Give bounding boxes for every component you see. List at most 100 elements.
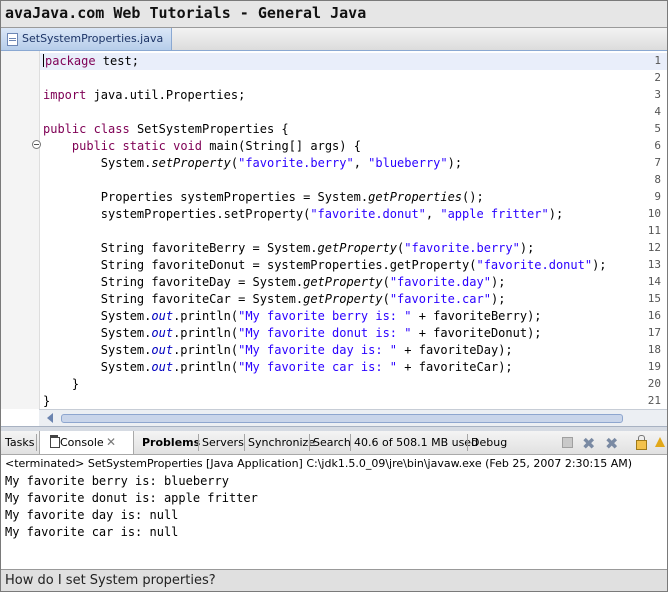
code-text: ); [447,156,463,170]
close-icon[interactable]: ✕ [106,435,116,449]
code-text: , [425,207,441,221]
console-output-line: My favorite day is: null [5,508,179,522]
string-literal: "favorite.berry" [404,241,520,255]
code-text: System. [100,309,152,323]
tab-divider [467,434,468,451]
string-literal: "favorite.day" [389,275,491,289]
tab-divider [198,434,199,451]
tab-divider [36,434,37,451]
keyword: class [93,122,130,136]
code-text: .println( [173,309,239,323]
string-literal: "favorite.donut" [476,258,593,272]
tab-servers[interactable]: Servers [202,436,244,449]
line-number: 4 [654,105,661,118]
code-text: System. [100,343,152,357]
code-text: String favoriteDonut = systemProperties.… [100,258,477,272]
code-text: System. [100,326,152,340]
code-line: systemProperties.setProperty("favorite.d… [43,207,667,221]
code-text: } [71,377,80,391]
code-text: (); [462,190,484,204]
tab-divider [350,434,351,451]
code-text: String favoriteBerry = System. [100,241,318,255]
console-output-line: My favorite car is: null [5,525,179,539]
terminate-icon[interactable] [559,434,575,450]
string-literal: "favorite.berry" [238,156,354,170]
window: avaJava.com Web Tutorials - General Java… [0,0,668,592]
code-text: + favoriteBerry); [411,309,542,323]
code-text: test; [95,54,139,68]
tab-search[interactable]: Search [313,436,351,449]
code-text: Properties systemProperties = System. [100,190,369,204]
static-field: out [151,360,174,374]
scrollbar-thumb[interactable] [61,414,623,423]
tab-synchronize[interactable]: Synchronize [248,436,315,449]
editor-tab-label: SetSystemProperties.java [22,32,164,45]
horizontal-scrollbar[interactable] [39,409,667,426]
line-number-gutter [1,51,40,409]
static-method: getProperties [368,190,463,204]
code-text: .println( [173,343,239,357]
code-line: String favoriteCar = System.getProperty(… [43,292,667,306]
keyword: static [122,139,166,153]
string-literal: "blueberry" [368,156,448,170]
code-line: System.out.println("My favorite day is: … [43,343,667,357]
static-method: getProperty [303,275,383,289]
code-line: package test; [43,54,667,68]
code-text: systemProperties.setProperty( [100,207,311,221]
code-text: ); [490,275,506,289]
tab-problems[interactable]: Problems [142,436,200,449]
java-file-icon [7,33,18,46]
tab-debug[interactable]: Debug [471,436,507,449]
code-text: ); [592,258,607,272]
code-editor[interactable]: 1 2 3 4 5 6 7 8 9 10 11 12 13 14 15 16 1… [1,51,667,426]
remove-all-launches-icon[interactable]: ✖ [605,434,621,453]
remove-launch-icon[interactable]: ✖ [582,434,598,453]
code-text: ); [490,292,506,306]
editor-tab-strip: SetSystemProperties.java [1,28,667,51]
scroll-left-icon[interactable] [47,413,53,423]
code-text: main(String[] args) { [202,139,361,153]
tab-tasks[interactable]: Tasks [5,436,34,449]
code-line: System.setProperty("favorite.berry", "bl… [43,156,667,170]
code-line: } [43,394,667,408]
code-text: ); [519,241,535,255]
tab-divider [309,434,310,451]
string-literal: "My favorite berry is: " [238,309,412,323]
code-text: } [43,394,51,408]
code-line: String favoriteBerry = System.getPropert… [43,241,667,255]
code-text: SetSystemProperties { [129,122,289,136]
code-line: String favoriteDay = System.getProperty(… [43,275,667,289]
scroll-lock-icon[interactable] [633,434,649,450]
warning-icon[interactable] [653,434,665,450]
code-text: java.util.Properties; [86,88,246,102]
code-text: String favoriteDay = System. [100,275,304,289]
static-field: out [151,309,174,323]
text-caret [43,54,44,67]
keyword: public [71,139,116,153]
string-literal: "My favorite donut is: " [238,326,412,340]
console-output-line: My favorite donut is: apple fritter [5,491,258,505]
string-literal: "favorite.donut" [310,207,426,221]
static-method: setProperty [151,156,231,170]
code-line: System.out.println("My favorite donut is… [43,326,667,340]
code-line: import java.util.Properties; [43,88,667,102]
memory-usage[interactable]: 40.6 of 508.1 MB used [354,436,478,449]
line-number: 11 [647,224,661,237]
string-literal: "favorite.car" [389,292,491,306]
keyword: import [43,88,87,102]
fold-collapse-icon[interactable] [32,140,41,149]
string-literal: "My favorite car is: " [238,360,398,374]
code-text: ( [382,275,390,289]
code-text: ( [230,156,239,170]
code-text: + favoriteCar); [397,360,513,374]
static-method: getProperty [317,241,398,255]
tab-console[interactable]: Console [60,436,104,449]
code-line: Properties systemProperties = System.get… [43,190,667,204]
static-field: out [151,326,174,340]
code-line: public static void main(String[] args) { [43,139,667,153]
static-field: out [151,343,174,357]
editor-tab-setsystemproperties[interactable]: SetSystemProperties.java [1,28,172,50]
code-text: System. [100,360,152,374]
keyword: package [45,54,96,68]
code-text: + favoriteDonut); [411,326,542,340]
